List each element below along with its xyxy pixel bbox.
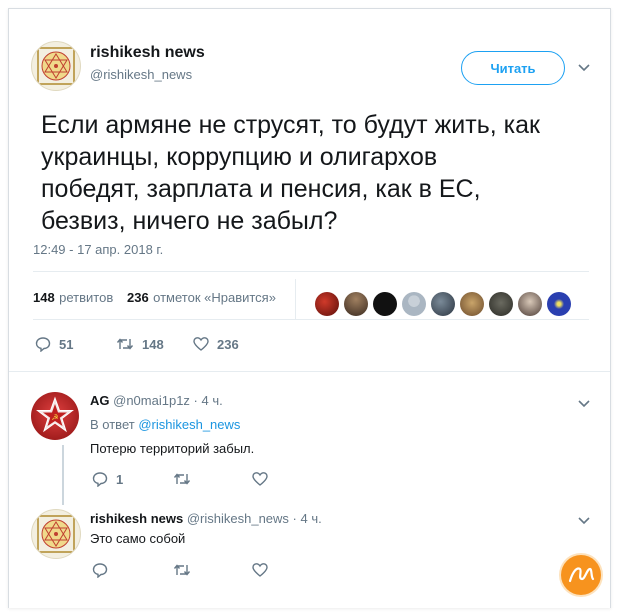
retweet-icon [173, 564, 191, 576]
liker-avatar[interactable] [315, 292, 339, 316]
yantra-logo-icon [37, 47, 75, 85]
yantra-logo-icon [37, 515, 75, 553]
reply-to-prefix: В ответ [90, 417, 135, 432]
reply-text: Потерю территорий забыл. [90, 441, 255, 456]
reply-time[interactable]: · 4 ч. [194, 393, 223, 408]
retweet-action[interactable] [173, 471, 191, 487]
reply-text: Это само собой [90, 531, 186, 546]
tweet-text: Если армяне не струсят, то будут жить, к… [41, 111, 540, 235]
reply-author-handle[interactable]: @n0mai1p1z [113, 393, 190, 408]
author-avatar[interactable] [31, 41, 81, 91]
retweets-count: 148 [33, 290, 55, 305]
follow-button[interactable]: Читать [461, 51, 565, 85]
chevron-down-icon[interactable] [577, 61, 591, 75]
chevron-down-icon[interactable] [577, 514, 591, 528]
reply-author-name[interactable]: rishikesh news [90, 511, 183, 526]
liker-avatar[interactable] [402, 292, 426, 316]
retweet-count: 148 [142, 336, 164, 352]
retweet-action[interactable]: 148 [116, 336, 164, 352]
divider [33, 319, 589, 320]
reply-icon [92, 563, 108, 578]
reply-count: 51 [59, 336, 74, 352]
heart-icon [252, 563, 268, 577]
reply-header: AG @n0mai1p1z · 4 ч. [90, 393, 223, 408]
reply-icon [35, 337, 51, 352]
tweet-timestamp[interactable]: 12:49 - 17 апр. 2018 г. [33, 242, 163, 257]
watermark-logo-icon [568, 567, 595, 583]
reply-author-name[interactable]: AG [90, 393, 110, 408]
reply-author-handle[interactable]: @rishikesh_news [187, 511, 289, 526]
reply-to-line: В ответ @rishikesh_news [90, 417, 240, 432]
red-star-icon: ☭ [36, 396, 74, 433]
watermark-logo [561, 555, 601, 595]
chevron-down-icon[interactable] [577, 397, 591, 411]
heart-icon [252, 472, 268, 486]
like-count: 236 [217, 336, 239, 352]
liker-avatar[interactable] [460, 292, 484, 316]
svg-text:☭: ☭ [51, 413, 58, 422]
reply-header: rishikesh news @rishikesh_news · 4 ч. [90, 511, 322, 526]
divider [33, 271, 589, 272]
liker-avatar[interactable] [431, 292, 455, 316]
retweets-label: ретвитов [59, 290, 114, 305]
author-handle[interactable]: @rishikesh_news [90, 67, 192, 82]
like-action[interactable]: 236 [193, 336, 239, 352]
retweet-stats[interactable]: 148 ретвитов [33, 289, 113, 307]
reply-action[interactable]: 51 [35, 336, 73, 352]
tweet-card: rishikesh news @rishikesh_news Читать Ес… [8, 8, 611, 608]
reply-to-handle[interactable]: @rishikesh_news [138, 417, 240, 432]
liker-avatar[interactable] [373, 292, 397, 316]
like-action[interactable] [252, 471, 268, 487]
reply-author-avatar[interactable] [31, 509, 81, 559]
liker-avatar[interactable] [344, 292, 368, 316]
reply-author-avatar[interactable]: ☭ [31, 392, 79, 440]
like-stats[interactable]: 236 отметок «Нравится» [127, 289, 276, 307]
heart-icon [193, 337, 209, 351]
stats-separator [295, 279, 296, 319]
reply-action[interactable]: 1 [92, 471, 123, 487]
liker-avatar[interactable] [547, 292, 571, 316]
reply-action[interactable] [92, 562, 108, 578]
likes-count: 236 [127, 290, 149, 305]
reply-icon [92, 472, 108, 487]
likers-avatars[interactable] [315, 292, 571, 316]
liker-avatar[interactable] [489, 292, 513, 316]
like-action[interactable] [252, 562, 268, 578]
retweet-action[interactable] [173, 562, 191, 578]
author-name[interactable]: rishikesh news [90, 44, 205, 62]
retweet-icon [116, 338, 134, 350]
liker-avatar[interactable] [518, 292, 542, 316]
reply-time[interactable]: · 4 ч. [293, 511, 322, 526]
reply-count: 1 [116, 471, 124, 487]
thread-line [62, 445, 64, 505]
retweet-icon [173, 473, 191, 485]
likes-label: отметок «Нравится» [153, 290, 276, 305]
